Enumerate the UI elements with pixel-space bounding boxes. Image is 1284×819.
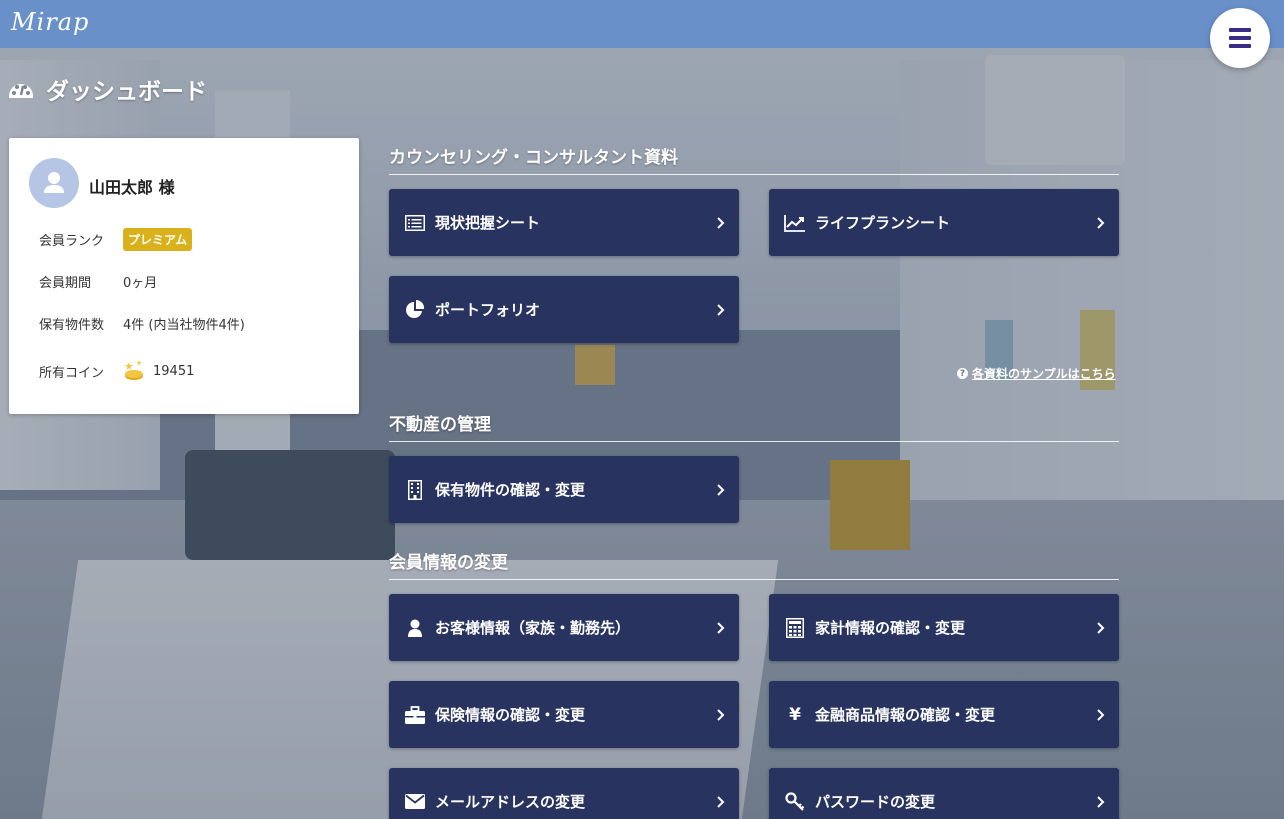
properties-row: 保有物件数 4件 (内当社物件4件): [39, 314, 245, 333]
tile-owned-properties[interactable]: 保有物件の確認・変更: [389, 456, 739, 523]
tile-label: 保有物件の確認・変更: [435, 481, 586, 499]
tile-life-plan-sheet[interactable]: ライフプランシート: [769, 189, 1119, 256]
tile-customer-info[interactable]: お客様情報（家族・勤務先）: [389, 594, 739, 661]
user-name: 山田太郎 様: [89, 178, 175, 197]
chevron-right-icon: [717, 621, 725, 634]
tile-portfolio[interactable]: ポートフォリオ: [389, 276, 739, 343]
profile-card: 山田太郎 様 会員ランク プレミアム 会員期間 0ヶ月 保有物件数 4件 (内当…: [9, 138, 359, 414]
member-rank-badge: プレミアム: [123, 228, 193, 251]
user-icon: [404, 618, 426, 638]
top-bar: Mirap: [0, 0, 1284, 48]
section-title-member: 会員情報の変更: [389, 548, 1119, 580]
page-title: ダッシュボード: [46, 79, 207, 105]
hamburger-menu-button[interactable]: [1210, 8, 1270, 68]
member-period-row: 会員期間 0ヶ月: [39, 272, 157, 291]
tile-email-change[interactable]: メールアドレスの変更: [389, 768, 739, 819]
tile-label: 金融商品情報の確認・変更: [815, 706, 996, 724]
chevron-right-icon: [717, 216, 725, 229]
chevron-right-icon: [1097, 216, 1105, 229]
coin-icon: [125, 360, 143, 380]
question-circle-icon: ?: [957, 368, 968, 379]
chevron-right-icon: [717, 303, 725, 316]
tile-label: 家計情報の確認・変更: [815, 619, 966, 637]
tile-label: お客様情報（家族・勤務先）: [435, 619, 631, 637]
tile-label: 現状把握シート: [435, 214, 541, 232]
chevron-right-icon: [1097, 708, 1105, 721]
tile-password-change[interactable]: パスワードの変更: [769, 768, 1119, 819]
member-period-value: 0ヶ月: [123, 276, 158, 291]
properties-label: 保有物件数: [39, 318, 105, 333]
line-chart-icon: [784, 213, 806, 233]
key-icon: [784, 791, 806, 812]
coins-value: 19451: [153, 363, 195, 379]
tile-label: パスワードの変更: [815, 793, 936, 811]
member-period-label: 会員期間: [39, 276, 92, 291]
chevron-right-icon: [717, 483, 725, 496]
avatar: [29, 158, 79, 208]
pie-chart-icon: [404, 299, 426, 320]
building-icon: [404, 479, 426, 500]
properties-value: 4件 (内当社物件4件): [123, 318, 245, 333]
hamburger-icon: [1229, 28, 1251, 48]
calculator-icon: [784, 617, 806, 638]
member-rank-row: 会員ランク プレミアム: [39, 228, 193, 251]
page-header: ダッシュボード: [8, 72, 207, 106]
dashboard-icon: [9, 84, 33, 98]
sample-link-text: 各資料のサンプルはこちら: [972, 367, 1116, 381]
coins-label: 所有コイン: [39, 365, 105, 381]
yen-icon: ¥: [789, 704, 801, 725]
chevron-right-icon: [717, 708, 725, 721]
list-icon: [404, 213, 426, 233]
chevron-right-icon: [1097, 795, 1105, 808]
tile-label: ライフプランシート: [815, 214, 951, 232]
tile-label: 保険情報の確認・変更: [435, 706, 586, 724]
tile-current-status-sheet[interactable]: 現状把握シート: [389, 189, 739, 256]
member-rank-label: 会員ランク: [39, 234, 105, 249]
tile-label: ポートフォリオ: [435, 301, 541, 319]
chevron-right-icon: [1097, 621, 1105, 634]
section-title-counseling: カウンセリング・コンサルタント資料: [389, 143, 1119, 175]
logo[interactable]: Mirap: [11, 8, 89, 36]
tile-label: メールアドレスの変更: [435, 793, 586, 811]
tile-insurance-info[interactable]: 保険情報の確認・変更: [389, 681, 739, 748]
tile-household-finance[interactable]: 家計情報の確認・変更: [769, 594, 1119, 661]
tile-financial-products[interactable]: ¥ 金融商品情報の確認・変更: [769, 681, 1119, 748]
envelope-icon: [404, 792, 426, 812]
chevron-right-icon: [717, 795, 725, 808]
briefcase-icon: [404, 705, 426, 725]
sample-documents-link[interactable]: ? 各資料のサンプルはこちら: [957, 365, 1116, 382]
coins-row: 所有コイン 19451: [39, 360, 194, 382]
section-title-realestate: 不動産の管理: [389, 410, 1119, 442]
user-avatar-icon: [44, 172, 64, 193]
